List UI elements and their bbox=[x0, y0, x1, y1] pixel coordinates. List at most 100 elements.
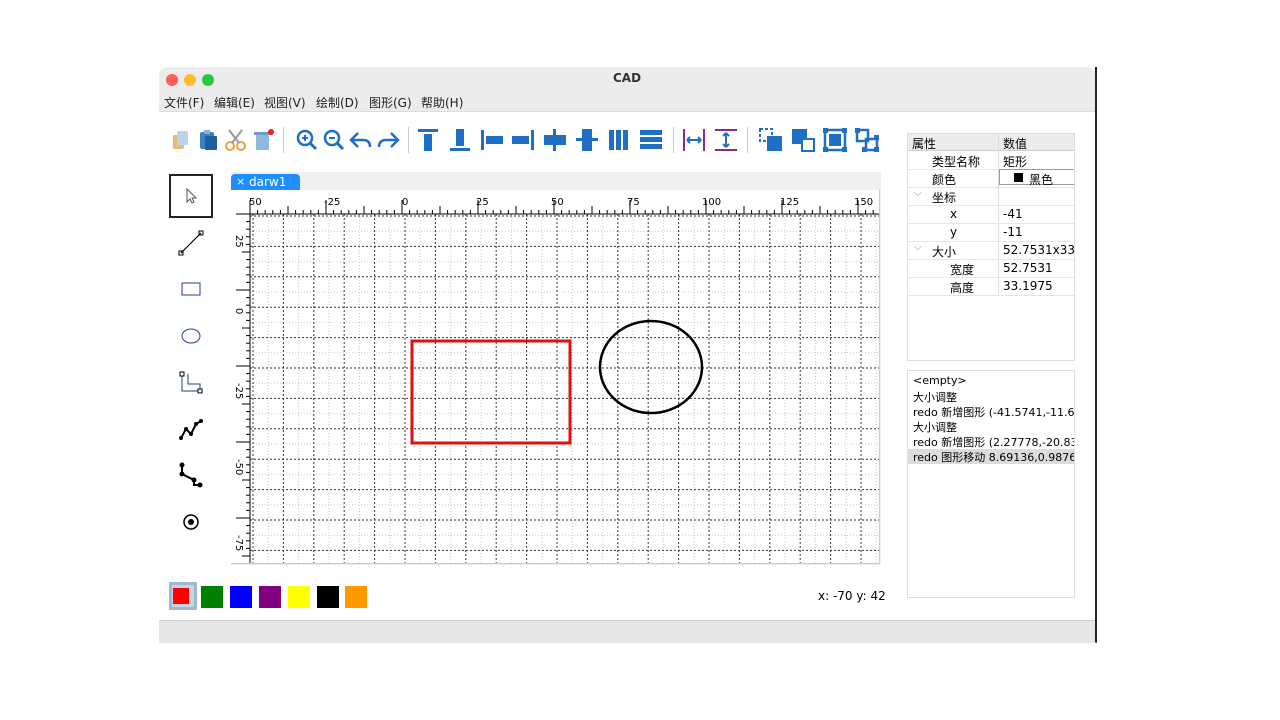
ruler-x-label: 50 bbox=[249, 197, 262, 208]
color-swatch-yellow[interactable] bbox=[288, 586, 310, 608]
paste-icon[interactable] bbox=[196, 127, 222, 153]
drawing-canvas[interactable]: 50 -25 0 25 50 75 100 125 150 25 0 -25 -… bbox=[231, 190, 880, 564]
history-item[interactable]: redo 新增图形 (2.27778,-20.8333) bbox=[908, 434, 1074, 449]
ruler-x-label: -25 bbox=[324, 197, 340, 208]
history-item[interactable]: 大小调整 bbox=[908, 389, 1074, 404]
ellipse-shape[interactable] bbox=[598, 319, 704, 415]
history-item[interactable]: redo 新增图形 (-41.5741,-11.6481) bbox=[908, 404, 1074, 419]
color-swatch-icon bbox=[1014, 173, 1023, 182]
zoom-in-icon[interactable] bbox=[294, 127, 320, 153]
ruler-y-label: 0 bbox=[233, 308, 244, 314]
ruler-x-label: 75 bbox=[627, 197, 640, 208]
ellipse-tool[interactable] bbox=[169, 314, 213, 358]
freehand-icon bbox=[179, 419, 203, 440]
polyline-tool[interactable] bbox=[169, 361, 213, 405]
ungroup-icon[interactable] bbox=[854, 127, 880, 153]
polyline-icon bbox=[179, 371, 203, 394]
line-tool[interactable] bbox=[169, 221, 213, 265]
rectangle-tool[interactable] bbox=[169, 267, 213, 311]
property-row-size[interactable]: ⌵ 大小 52.7531x33.1975 bbox=[908, 241, 1074, 260]
color-swatch-green[interactable] bbox=[201, 586, 223, 608]
menu-help[interactable]: 帮助(H) bbox=[421, 94, 463, 111]
ruler-x-label: 0 bbox=[402, 197, 408, 208]
distribute-horizontal-icon[interactable] bbox=[606, 127, 632, 153]
group-icon[interactable] bbox=[822, 127, 848, 153]
history-item[interactable]: <empty> bbox=[908, 374, 1074, 389]
menu-shape[interactable]: 图形(G) bbox=[369, 94, 412, 111]
window-title: CAD bbox=[612, 71, 642, 85]
ruler-y-label: 25 bbox=[233, 235, 244, 248]
properties-header-key: 属性 bbox=[912, 137, 937, 151]
color-swatch-orange[interactable] bbox=[345, 586, 367, 608]
property-row-x[interactable]: x -41 bbox=[908, 205, 1074, 224]
align-left-icon[interactable] bbox=[479, 127, 505, 153]
color-swatch-black[interactable] bbox=[317, 586, 339, 608]
chevron-down-icon[interactable]: ⌵ bbox=[914, 242, 922, 253]
menu-file[interactable]: 文件(F) bbox=[164, 94, 204, 111]
connector-tool[interactable] bbox=[169, 453, 213, 497]
cut-icon[interactable] bbox=[223, 127, 249, 153]
history-item[interactable]: 大小调整 bbox=[908, 419, 1074, 434]
ruler-x-label: 100 bbox=[702, 197, 721, 208]
connector-icon bbox=[179, 462, 203, 488]
cursor-arrow-icon bbox=[186, 187, 198, 204]
align-right-icon[interactable] bbox=[510, 127, 536, 153]
ruler-x-label: 50 bbox=[551, 197, 564, 208]
copy-icon[interactable] bbox=[168, 127, 194, 153]
chevron-down-icon[interactable]: ⌵ bbox=[914, 188, 922, 199]
ruler-x-label: 125 bbox=[780, 197, 799, 208]
same-height-icon[interactable] bbox=[713, 127, 739, 153]
status-bar bbox=[159, 620, 1095, 643]
document-tab-bar: × darw1 bbox=[231, 172, 881, 191]
properties-panel: 属性 数值 类型名称 矩形 颜色 黑色 ⌵ 坐标 x -41 y -11 ⌵ 大… bbox=[907, 133, 1075, 361]
zoom-out-icon[interactable] bbox=[321, 127, 347, 153]
align-top-icon[interactable] bbox=[415, 127, 441, 153]
menu-edit[interactable]: 编辑(E) bbox=[214, 94, 255, 111]
ruler-x-label: 150 bbox=[854, 197, 873, 208]
delete-icon[interactable] bbox=[250, 127, 276, 153]
app-window: CAD 文件(F) 编辑(E) 视图(V) 绘制(D) 图形(G) 帮助(H) bbox=[159, 67, 1097, 643]
bring-to-front-icon[interactable] bbox=[758, 127, 784, 153]
ruler-y-label: -50 bbox=[233, 459, 244, 475]
ruler-y-label: -75 bbox=[233, 535, 244, 551]
align-center-horizontal-icon[interactable] bbox=[574, 127, 600, 153]
color-swatch-red[interactable] bbox=[173, 588, 189, 604]
tab-close-icon[interactable]: × bbox=[236, 175, 245, 188]
send-to-back-icon[interactable] bbox=[790, 127, 816, 153]
menu-draw[interactable]: 绘制(D) bbox=[316, 94, 359, 111]
menu-view[interactable]: 视图(V) bbox=[264, 94, 306, 111]
line-icon bbox=[178, 230, 204, 256]
tab-darw1[interactable]: × darw1 bbox=[231, 174, 300, 191]
color-picker-field[interactable]: 黑色 bbox=[999, 169, 1074, 187]
undo-icon[interactable] bbox=[348, 127, 374, 153]
canvas-area: 50 -25 0 25 50 75 100 125 150 25 0 -25 -… bbox=[231, 190, 881, 565]
ruler-x-label: 25 bbox=[476, 197, 489, 208]
select-tool[interactable] bbox=[169, 174, 213, 218]
redo-icon[interactable] bbox=[375, 127, 401, 153]
cursor-coordinates: x: -70 y: 42 bbox=[818, 589, 886, 603]
properties-header: 属性 数值 bbox=[908, 134, 1074, 151]
align-bottom-icon[interactable] bbox=[447, 127, 473, 153]
ruler-y-label: -25 bbox=[233, 383, 244, 399]
property-row-type[interactable]: 类型名称 矩形 bbox=[908, 151, 1074, 170]
target-icon bbox=[183, 514, 199, 530]
rectangle-icon bbox=[181, 282, 201, 296]
same-width-icon[interactable] bbox=[681, 127, 707, 153]
undo-history-list: <empty> 大小调整 redo 新增图形 (-41.5741,-11.648… bbox=[907, 370, 1075, 598]
title-bar: CAD bbox=[159, 67, 1095, 91]
circle-point-tool[interactable] bbox=[169, 500, 213, 544]
property-row-width[interactable]: 宽度 52.7531 bbox=[908, 259, 1074, 278]
color-swatch-purple[interactable] bbox=[259, 586, 281, 608]
property-row-color[interactable]: 颜色 黑色 bbox=[908, 169, 1074, 188]
property-row-height[interactable]: 高度 33.1975 bbox=[908, 277, 1074, 296]
distribute-vertical-icon[interactable] bbox=[638, 127, 664, 153]
color-swatch-blue[interactable] bbox=[230, 586, 252, 608]
history-item-selected[interactable]: redo 图形移动 8.69136,0.987654 bbox=[908, 449, 1074, 464]
tab-label: darw1 bbox=[249, 175, 287, 189]
align-center-vertical-icon[interactable] bbox=[542, 127, 568, 153]
ellipse-icon bbox=[181, 328, 201, 344]
property-row-coords[interactable]: ⌵ 坐标 bbox=[908, 187, 1074, 206]
property-row-y[interactable]: y -11 bbox=[908, 223, 1074, 242]
properties-header-value: 数值 bbox=[1003, 137, 1028, 151]
freehand-tool[interactable] bbox=[169, 407, 213, 451]
